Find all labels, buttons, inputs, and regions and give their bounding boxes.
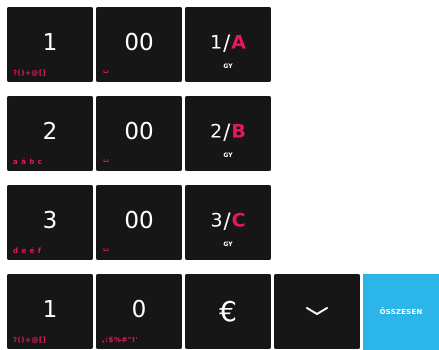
euro-button[interactable]: €	[185, 274, 271, 349]
key-main-label: 00	[124, 208, 154, 234]
key-gy-label: GY	[223, 241, 233, 248]
euro-icon: €	[219, 295, 237, 328]
key-gy-label: GY	[223, 63, 233, 70]
key-gy-label: GY	[223, 152, 233, 159]
key-2-b[interactable]: 2/B GY	[185, 96, 271, 171]
key-main-label: 1	[42, 297, 58, 323]
fn-letter: B	[231, 120, 246, 143]
total-button[interactable]: ÖSSZESEN	[363, 274, 439, 350]
fn-number: 3	[210, 209, 223, 232]
key-1[interactable]: 1 ?()+@[]	[7, 7, 93, 82]
key-function-label: 1/A	[185, 31, 271, 54]
space-symbol: ␣	[103, 153, 109, 162]
key-sub-label: ?()+@[]	[13, 336, 47, 344]
key-0[interactable]: 0 ,:$%#"!'	[96, 274, 182, 349]
chevron-down-button[interactable]	[274, 274, 360, 349]
key-sub-label: ?()+@[]	[13, 69, 47, 77]
chevron-down-icon	[306, 307, 328, 315]
key-sub-label: d e é f	[13, 247, 42, 255]
space-symbol: ␣	[103, 64, 109, 73]
key-00[interactable]: 00 ␣	[96, 7, 182, 82]
key-sub-label: ,:$%#"!'	[102, 336, 139, 344]
key-2[interactable]: 2 a á b c	[7, 96, 93, 171]
fn-number: 2	[210, 120, 223, 143]
key-00[interactable]: 00 ␣	[96, 185, 182, 260]
space-symbol: ␣	[103, 242, 109, 251]
key-3[interactable]: 3 d e é f	[7, 185, 93, 260]
key-main-label: 2	[42, 119, 58, 145]
fn-letter: C	[231, 209, 246, 232]
key-00[interactable]: 00 ␣	[96, 96, 182, 171]
key-3-c[interactable]: 3/C GY	[185, 185, 271, 260]
key-function-label: 3/C	[185, 209, 271, 232]
fn-letter: A	[231, 31, 246, 54]
key-1-a[interactable]: 1/A GY	[185, 7, 271, 82]
key-1-bottom[interactable]: 1 ?()+@[]	[7, 274, 93, 349]
fn-slash: /	[223, 208, 231, 233]
fn-slash: /	[223, 30, 231, 55]
key-main-label: 00	[124, 30, 154, 56]
key-main-label: 0	[131, 297, 147, 323]
key-function-label: 2/B	[185, 120, 271, 143]
fn-number: 1	[210, 31, 223, 54]
key-main-label: 1	[42, 30, 58, 56]
fn-slash: /	[223, 119, 231, 144]
key-sub-label: a á b c	[13, 158, 43, 166]
total-label: ÖSSZESEN	[379, 308, 423, 316]
key-main-label: 00	[124, 119, 154, 145]
key-main-label: 3	[42, 208, 58, 234]
